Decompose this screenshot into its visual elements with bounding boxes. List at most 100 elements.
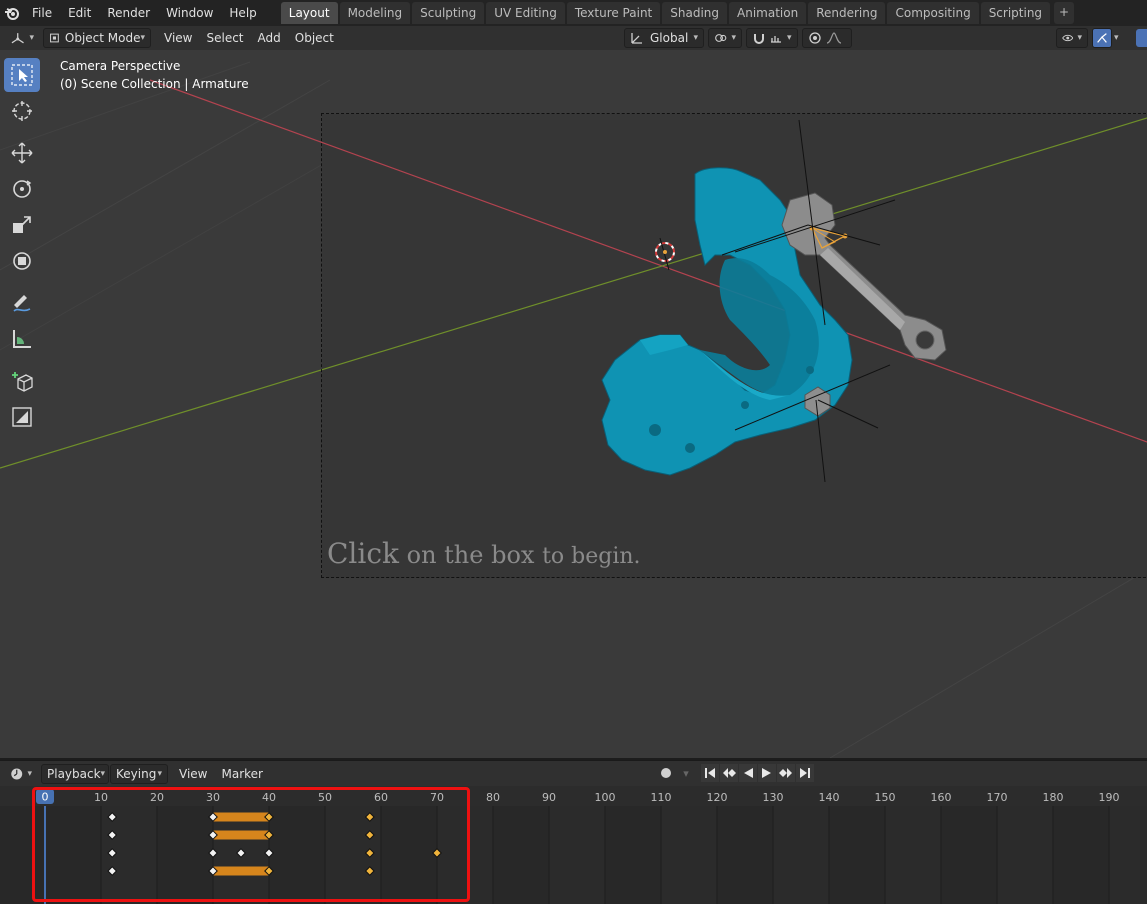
jump-end-button[interactable] [796, 764, 814, 782]
keyframe-hold-bar[interactable] [213, 812, 269, 822]
frame-label: 10 [94, 791, 108, 804]
gizmo-icon [1097, 33, 1107, 43]
play-reverse-button[interactable] [739, 764, 757, 782]
falloff-icon [826, 32, 842, 44]
viewport-menu-select[interactable]: Select [199, 31, 250, 45]
prev-keyframe-icon [723, 768, 736, 778]
top-bar: File Edit Render Window Help Layout Mode… [0, 0, 1147, 26]
frame-label: 40 [262, 791, 276, 804]
frame-ruler[interactable] [0, 786, 1147, 806]
frame-label: 20 [150, 791, 164, 804]
orientation-label: Global [650, 31, 689, 45]
scale-tool[interactable] [4, 208, 40, 242]
tab-scripting[interactable]: Scripting [980, 2, 1051, 24]
current-frame-label: 0 [42, 791, 49, 804]
rotate-tool[interactable] [4, 172, 40, 206]
viewport-menu-object[interactable]: Object [288, 31, 341, 45]
frame-label: 50 [318, 791, 332, 804]
keying-dropdown[interactable]: Keying ▾ [110, 763, 168, 784]
playback-label: Playback [47, 766, 101, 781]
next-keyframe-button[interactable] [777, 764, 795, 782]
frame-label: 110 [651, 791, 672, 804]
jump-start-button[interactable] [701, 764, 719, 782]
menu-help[interactable]: Help [221, 2, 264, 24]
frame-label: 150 [875, 791, 896, 804]
perspective-label: Camera Perspective [60, 59, 181, 73]
frame-label: 120 [707, 791, 728, 804]
tab-compositing[interactable]: Compositing [887, 2, 979, 24]
add-cube-icon [12, 372, 33, 392]
keyframe-hold-bar[interactable] [213, 866, 269, 876]
frame-label: 90 [542, 791, 556, 804]
timeline-menu-view[interactable]: View [172, 767, 214, 781]
proportional-edit-icon [809, 32, 821, 44]
auto-keying-toggle[interactable] [656, 764, 676, 782]
frame-label: 100 [595, 791, 616, 804]
measure-tool[interactable] [4, 322, 40, 356]
timeline-editor-type-button[interactable]: ▾ [5, 764, 37, 784]
ruler-icon [13, 330, 31, 348]
workspace-tabs: Layout Modeling Sculpting UV Editing Tex… [280, 2, 1075, 24]
dopesheet-canvas[interactable]: 10 20 30 40 50 60 70 80 90 100 110 120 130 140 150 160 1… [0, 786, 1147, 904]
frame-label: 180 [1043, 791, 1064, 804]
pivot-icon [715, 34, 727, 42]
start-text-part2: on the box [398, 541, 543, 569]
keyframe-hold-bar[interactable] [213, 830, 269, 840]
cursor-tool[interactable] [4, 94, 40, 128]
tab-shading[interactable]: Shading [662, 2, 727, 24]
clock-icon [11, 768, 23, 779]
snap-dropdown[interactable]: ▾ [746, 28, 798, 48]
add-cube-tool[interactable] [4, 364, 40, 398]
annotate-tool[interactable] [4, 286, 40, 320]
tab-uv-editing[interactable]: UV Editing [486, 2, 565, 24]
add-workspace-button[interactable]: + [1054, 2, 1075, 24]
viewport-menu-view[interactable]: View [157, 31, 199, 45]
record-icon [661, 768, 671, 778]
gizmo-dropdown[interactable]: ▾ [1114, 28, 1128, 48]
visibility-dropdown[interactable]: ▾ [1056, 28, 1088, 48]
menu-render[interactable]: Render [99, 2, 158, 24]
transform-tool[interactable] [4, 244, 40, 278]
orientation-dropdown[interactable]: Global ▾ [624, 28, 704, 48]
tab-rendering[interactable]: Rendering [808, 2, 886, 24]
tab-modeling[interactable]: Modeling [339, 2, 411, 24]
select-box-tool[interactable] [4, 58, 40, 92]
pivot-dropdown[interactable]: ▾ [708, 28, 742, 48]
frame-label: 170 [987, 791, 1008, 804]
tab-texture-paint[interactable]: Texture Paint [566, 2, 661, 24]
move-tool[interactable] [4, 136, 40, 170]
tab-sculpting[interactable]: Sculpting [412, 2, 485, 24]
mode-label: Object Mode [64, 31, 141, 45]
prev-keyframe-button[interactable] [720, 764, 738, 782]
auto-keying-group: ▾ [656, 764, 696, 782]
tool-shelf [4, 58, 42, 436]
playback-dropdown[interactable]: Playback ▾ [41, 763, 109, 784]
transform-icon [13, 252, 31, 270]
gizmo-toggle[interactable] [1092, 28, 1112, 48]
proportional-edit-dropdown[interactable] [802, 28, 852, 48]
tab-animation[interactable]: Animation [729, 2, 807, 24]
auto-keying-options[interactable]: ▾ [677, 764, 695, 782]
menu-window[interactable]: Window [158, 2, 221, 24]
tab-layout[interactable]: Layout [280, 2, 338, 24]
blender-logo-icon[interactable] [0, 1, 24, 25]
mode-dropdown[interactable]: Object Mode ▾ [43, 28, 151, 48]
eye-icon [1062, 34, 1074, 42]
editor-type-button[interactable]: ▾ [5, 28, 39, 48]
pencil-icon [13, 295, 31, 312]
frame-label: 160 [931, 791, 952, 804]
start-instruction-text[interactable]: Click on the box to begin. [327, 537, 641, 570]
menu-edit[interactable]: Edit [60, 2, 99, 24]
play-button[interactable] [758, 764, 776, 782]
timeline-menu-marker[interactable]: Marker [214, 767, 269, 781]
overlays-toggle[interactable] [1136, 29, 1147, 47]
3d-viewport[interactable]: Click on the box to begin. Camera Perspe… [0, 50, 1147, 758]
cursor-arrow-icon [11, 64, 33, 86]
jump-start-icon [705, 768, 715, 778]
shader-tool[interactable] [4, 400, 40, 434]
menu-file[interactable]: File [24, 2, 60, 24]
viewport-menu-add[interactable]: Add [251, 31, 288, 45]
next-keyframe-icon [779, 768, 792, 778]
timeline-area[interactable]: 10 20 30 40 50 60 70 80 90 100 110 120 130 140 150 160 1… [0, 786, 1147, 904]
camera-frame[interactable] [321, 113, 1147, 578]
